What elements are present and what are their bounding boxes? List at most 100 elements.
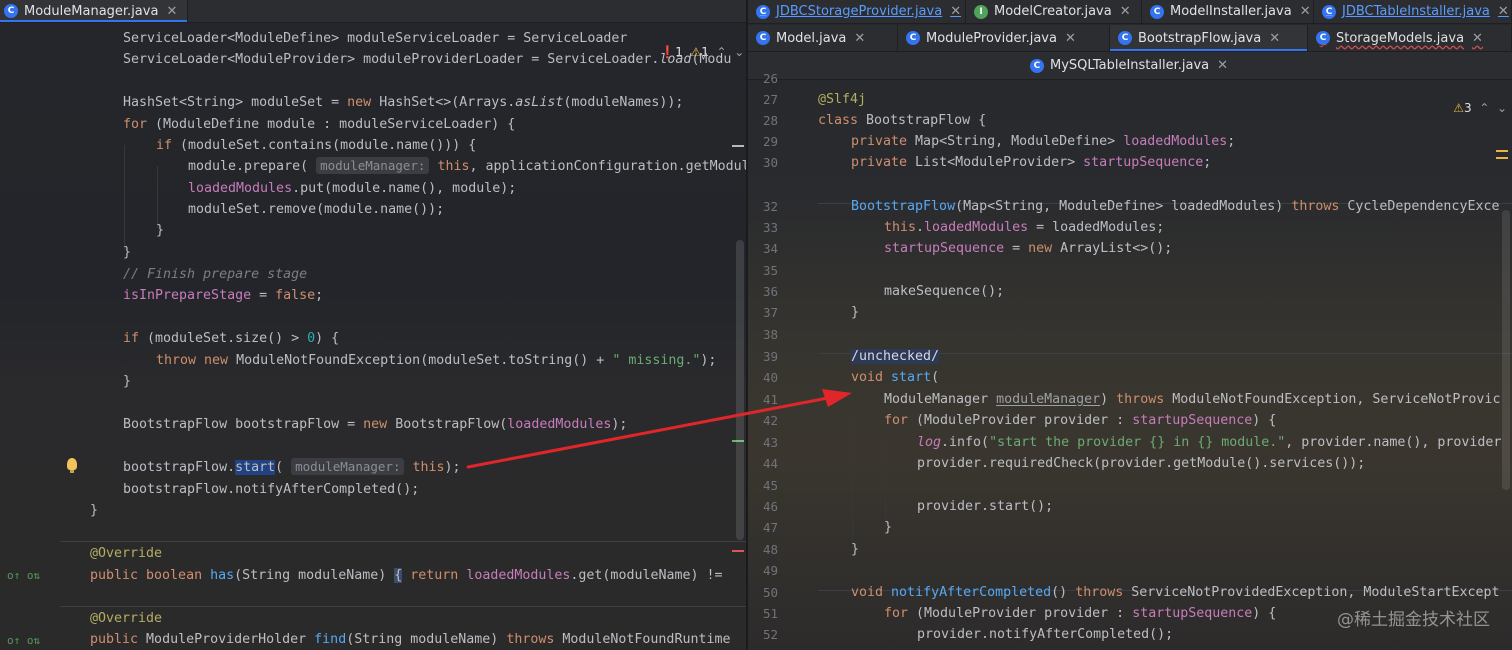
code-text: module.prepare( moduleManager: this, app… (188, 157, 746, 174)
code-line[interactable]: 38 (748, 324, 1512, 345)
code-line[interactable]: 27 @Slf4j (748, 89, 1512, 110)
code-text: bootstrapFlow.start( moduleManager: this… (123, 458, 461, 475)
code-line[interactable]: 33 this.loadedModules = loadedModules; (748, 217, 1512, 238)
code-line[interactable]: 36 makeSequence(); (748, 281, 1512, 302)
code-text: BootstrapFlow(Map<String, ModuleDefine> … (851, 199, 1500, 214)
code-text: public ModuleProviderHolder find(String … (90, 632, 731, 647)
code-text: @Slf4j (818, 92, 867, 107)
line-number: 29 (762, 134, 778, 149)
code-line[interactable]: module.prepare( moduleManager: this, app… (0, 156, 746, 177)
code-line[interactable]: moduleSet.remove(module.name()); (0, 199, 746, 220)
code-text: loadedModules.put(module.name(), module)… (188, 181, 517, 196)
code-text: if (moduleSet.contains(module.name())) { (156, 138, 477, 153)
scroll-marker[interactable] (732, 550, 744, 552)
code-line[interactable]: isInPrepareStage = false; (0, 285, 746, 306)
line-number: 43 (762, 435, 778, 450)
code-text: private List<ModuleProvider> startupSequ… (851, 155, 1212, 170)
line-number: 26 (762, 71, 778, 86)
line-number: 33 (762, 220, 778, 235)
line-number: 40 (762, 370, 778, 385)
code-line[interactable]: for (ModuleDefine module : moduleService… (0, 114, 746, 135)
code-line[interactable]: 48} (748, 539, 1512, 560)
code-line[interactable]: 29 private Map<String, ModuleDefine> load… (748, 131, 1512, 152)
code-text: private Map<String, ModuleDefine> loaded… (851, 134, 1236, 149)
code-line[interactable]: HashSet<String> moduleSet = new HashSet<… (0, 92, 746, 113)
right-editor-pane: C JDBCStorageProvider.java ✕ I ModelCreator.… (748, 0, 1512, 650)
code-line[interactable]: 50 void notifyAfterCompleted() throws Ser… (748, 582, 1512, 603)
code-line[interactable]: 45 (748, 475, 1512, 496)
code-text: @Override (90, 546, 163, 561)
line-number: 50 (762, 585, 778, 600)
code-line[interactable]: bootstrapFlow.notifyAfterCompleted(); (0, 479, 746, 500)
code-line[interactable]: 47} (748, 517, 1512, 538)
code-text: isInPrepareStage = false; (123, 288, 324, 303)
code-line[interactable]: 28 class BootstrapFlow { (748, 110, 1512, 131)
code-line[interactable]: 49 (748, 560, 1512, 581)
code-text: } (851, 305, 860, 320)
code-text: void notifyAfterCompleted() throws Servi… (851, 585, 1500, 600)
code-line[interactable]: @Override (0, 543, 746, 564)
code-text: if (moduleSet.size() > 0) { (123, 331, 340, 346)
line-number: 37 (762, 305, 778, 320)
code-line[interactable]: if (moduleSet.contains(module.name())) { (0, 135, 746, 156)
code-line[interactable]: // Finish prepare stage (0, 264, 746, 285)
left-code-area[interactable]: ServiceLoader<ModuleDefine> moduleServic… (0, 0, 746, 650)
code-line[interactable]: 43 log.info("start the provider {} in {} … (748, 432, 1512, 453)
code-text: void start( (851, 370, 940, 385)
code-line[interactable]: } (0, 220, 746, 241)
scroll-marker[interactable] (1496, 157, 1508, 159)
line-number: 44 (762, 456, 778, 471)
code-text: provider.start(); (917, 499, 1054, 514)
code-line[interactable]: ServiceLoader<ModuleProvider> moduleProv… (0, 49, 746, 70)
code-line[interactable]: bootstrapFlow.start( moduleManager: this… (0, 457, 746, 478)
code-line[interactable]: 46 provider.start(); (748, 496, 1512, 517)
code-line[interactable]: @Override (0, 608, 746, 629)
code-text: // Finish prepare stage (123, 267, 308, 282)
code-text: provider.notifyAfterCompleted(); (917, 627, 1174, 642)
code-line[interactable]: 32 BootstrapFlow(Map<String, ModuleDefine… (748, 196, 1512, 217)
line-number: 34 (762, 241, 778, 256)
scroll-marker[interactable] (732, 145, 744, 147)
right-code-area[interactable]: 26 27 @Slf4j 28 class BootstrapFlow { 29 priva… (748, 0, 1512, 650)
scroll-marker[interactable] (1496, 150, 1508, 152)
code-line[interactable]: 26 (748, 68, 1512, 89)
code-line[interactable]: 40 void start( (748, 367, 1512, 388)
code-text: moduleSet.remove(module.name()); (188, 202, 445, 217)
code-line[interactable]: loadedModules.put(module.name(), module)… (0, 178, 746, 199)
line-number: 39 (762, 349, 778, 364)
code-line[interactable]: public ModuleProviderHolder find(String … (0, 629, 746, 650)
line-number: 51 (762, 606, 778, 621)
code-line[interactable]: 34 startupSequence = new ArrayList<>(); (748, 238, 1512, 259)
code-line[interactable]: BootstrapFlow bootstrapFlow = new Bootst… (0, 414, 746, 435)
code-line[interactable]: } (0, 500, 746, 521)
code-text: throw new ModuleNotFoundException(module… (156, 353, 717, 368)
code-line[interactable]: if (moduleSet.size() > 0) { (0, 328, 746, 349)
code-text: startupSequence = new ArrayList<>(); (884, 241, 1173, 256)
code-line[interactable]: public boolean has(String moduleName) { … (0, 565, 746, 586)
code-text: public boolean has(String moduleName) { … (90, 568, 723, 583)
code-line[interactable]: 35 (748, 260, 1512, 281)
line-number: 52 (762, 627, 778, 642)
line-number: 48 (762, 542, 778, 557)
code-line[interactable]: } (0, 371, 746, 392)
scrollbar-thumb[interactable] (1502, 210, 1510, 490)
code-text: } (90, 503, 99, 518)
code-line[interactable]: ServiceLoader<ModuleDefine> moduleServic… (0, 28, 746, 49)
code-line[interactable]: 41 ModuleManager moduleManager) throws Mo… (748, 389, 1512, 410)
code-text: } (123, 374, 132, 389)
code-line[interactable]: } (0, 242, 746, 263)
code-text: ModuleManager moduleManager) throws Modu… (884, 392, 1501, 407)
code-text: this.loadedModules = loadedModules; (884, 220, 1165, 235)
code-line[interactable]: 42 for (ModuleProvider provider : startup… (748, 410, 1512, 431)
line-number: 38 (762, 327, 778, 342)
code-text: HashSet<String> moduleSet = new HashSet<… (123, 95, 684, 110)
watermark: @稀土掘金技术社区 (1337, 610, 1490, 630)
code-line[interactable]: 30 private List<ModuleProvider> startupSe… (748, 152, 1512, 173)
code-line[interactable]: 37} (748, 302, 1512, 323)
code-line[interactable]: throw new ModuleNotFoundException(module… (0, 350, 746, 371)
scrollbar-thumb[interactable] (736, 240, 744, 540)
code-line[interactable]: 44 provider.requiredCheck(provider.getMod… (748, 453, 1512, 474)
line-number: 35 (762, 263, 778, 278)
code-line[interactable]: 39/unchecked/ (748, 346, 1512, 367)
code-text: BootstrapFlow bootstrapFlow = new Bootst… (123, 417, 628, 432)
